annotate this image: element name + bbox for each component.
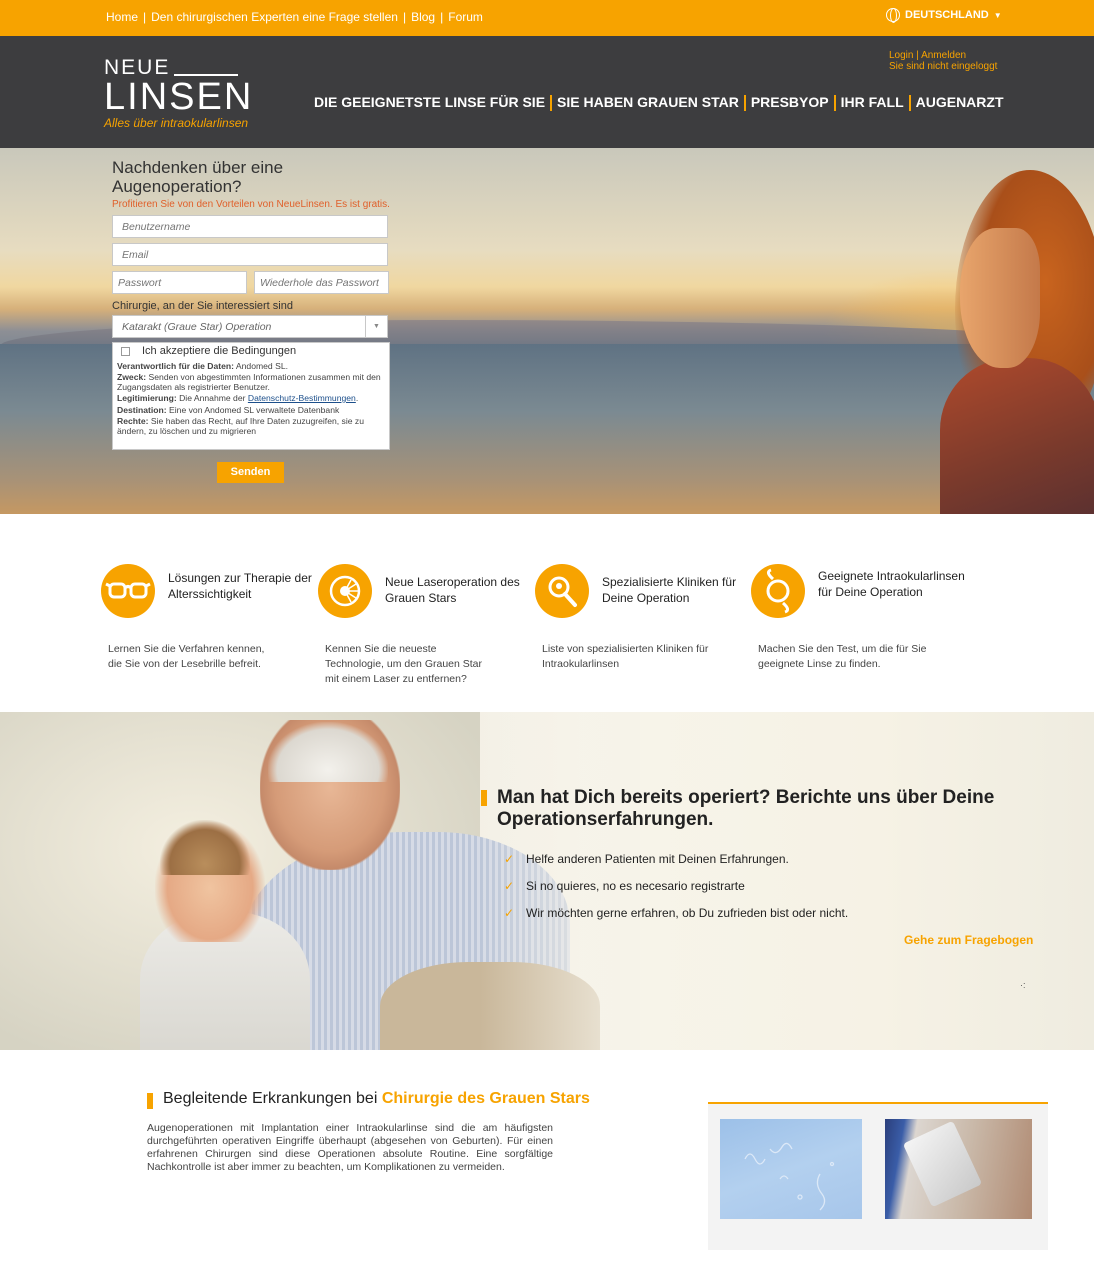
register-link[interactable]: Anmelden	[921, 50, 966, 61]
related-text: Augenoperationen mit Implantation einer …	[147, 1122, 553, 1173]
top-link-blog[interactable]: Blog	[411, 10, 435, 24]
accept-terms-checkbox[interactable]	[121, 347, 130, 357]
site-header: NEUE LINSEN Alles über intraokularlinsen…	[0, 36, 1094, 148]
feature-title: Lösungen zur Therapie der Alterssichtigk…	[168, 571, 312, 601]
separator: |	[440, 10, 444, 24]
top-link-home[interactable]: Home	[106, 10, 138, 24]
feature-desc: Liste von spezialisierten Kliniken für I…	[542, 643, 709, 670]
accept-terms-label: Ich akzeptiere die Bedingungen	[142, 345, 297, 357]
terms-rights: Rechte: Sie haben das Recht, auf Ihre Da…	[117, 416, 364, 436]
form-title: Nachdenken über eine Augenoperation?	[112, 158, 284, 196]
nav-divider	[908, 95, 911, 111]
send-button[interactable]: Senden	[217, 462, 284, 483]
password-input[interactable]	[112, 271, 247, 294]
nav-divider	[550, 95, 553, 111]
testimonial-points: ✓ Helfe anderen Patienten mit Deinen Erfa…	[504, 852, 848, 933]
top-link-ask-expert[interactable]: Den chirurgischen Experten eine Frage st…	[151, 10, 398, 24]
surgery-label: Chirurgie, an der Sie interessiert sind	[112, 300, 293, 312]
child-hair	[160, 820, 250, 875]
feature-title: Spezialisierte Kliniken für Deine Operat…	[602, 575, 737, 605]
nav-ophthalmologist[interactable]: AUGENARZT	[916, 94, 1004, 111]
check-icon: ✓	[504, 879, 515, 893]
top-links: Home | Den chirurgischen Experten eine F…	[106, 10, 483, 24]
feature-desc: Lernen Sie die Verfahren kennen, die Sie…	[108, 643, 265, 670]
main-nav: DIE GEEIGNETSTE LINSE FÜR SIE SIE HABEN …	[314, 94, 1004, 111]
eye-exam-image[interactable]	[885, 1119, 1032, 1219]
surgery-select-value: Katarakt (Graue Star) Operation	[122, 321, 272, 333]
separator: |	[402, 10, 407, 24]
floaters-image[interactable]	[720, 1119, 862, 1219]
decorative-marker: ·:	[1020, 980, 1026, 990]
list-item: ✓ Si no quieres, no es necesario registra…	[504, 879, 745, 893]
privacy-link[interactable]: Datenschutz-Bestimmungen	[248, 393, 356, 403]
nav-best-lens[interactable]: DIE GEEIGNETSTE LINSE FÜR SIE	[314, 94, 545, 111]
surgery-select[interactable]: Katarakt (Graue Star) Operation ▼	[112, 315, 388, 338]
feature-desc: Kennen Sie die neueste Technologie, um d…	[325, 643, 483, 685]
country-selector[interactable]: DEUTSCHLAND ▼	[886, 8, 1002, 23]
terms-purpose: Zweck: Senden von abgestimmten Informati…	[117, 372, 381, 392]
caret-down-icon: ▼	[993, 10, 1002, 20]
email-input[interactable]	[112, 243, 388, 266]
glasses-icon	[101, 564, 155, 618]
top-link-forum[interactable]: Forum	[448, 10, 483, 24]
list-item: ✓ Helfe anderen Patienten mit Deinen Erfa…	[504, 852, 789, 866]
nav-divider	[743, 95, 746, 111]
clinic-search-icon	[535, 564, 589, 618]
feature-title: Geeignete Intraokularlinsen für Deine Op…	[818, 569, 965, 599]
terms-box[interactable]: Ich akzeptiere die Bedingungen Verantwor…	[112, 342, 390, 450]
login-separator: |	[913, 50, 922, 61]
laser-icon	[318, 564, 372, 618]
chevron-down-icon: ▼	[365, 316, 387, 337]
username-input[interactable]	[112, 215, 388, 238]
globe-icon	[886, 8, 900, 23]
separator: |	[143, 10, 147, 24]
signup-form: Nachdenken über eine Augenoperation? Pro…	[112, 158, 390, 483]
nav-cataract[interactable]: SIE HABEN GRAUEN STAR	[557, 94, 739, 111]
hero-woman-body	[940, 358, 1094, 514]
login-area: Login | Anmelden Sie sind nicht eingelog…	[889, 50, 997, 72]
nav-your-case[interactable]: IHR FALL	[841, 94, 904, 111]
hero-banner: Nachdenken über eine Augenoperation? Pro…	[0, 148, 1094, 514]
heading-marker	[147, 1093, 153, 1109]
terms-responsible: Verantwortlich für die Daten: Andomed SL…	[117, 360, 288, 371]
list-item: ✓ Wir möchten gerne erfahren, ob Du zufri…	[504, 906, 849, 920]
features-section: Lösungen zur Therapie der Alterssichtigk…	[0, 514, 1094, 697]
login-link[interactable]: Login	[889, 50, 913, 61]
top-bar: Home | Den chirurgischen Experten eine F…	[0, 0, 1094, 36]
nav-presbyop[interactable]: PRESBYOP	[751, 94, 829, 111]
nav-divider	[833, 95, 836, 111]
form-promo: Profitieren Sie von den Vorteilen von Ne…	[112, 199, 390, 210]
lens-icon	[751, 564, 805, 618]
grandfather-hair	[268, 722, 388, 782]
heading-marker	[481, 790, 487, 806]
related-section: Begleitende Erkrankungen bei Chirurgie d…	[0, 1050, 1094, 1283]
login-status: Sie sind nicht eingeloggt	[889, 61, 998, 72]
terms-legitimation: Legitimierung: Die Annahme der Datenschu…	[117, 393, 359, 403]
hero-woman-face	[960, 228, 1040, 368]
logo-tagline: Alles über intraokularlinsen	[104, 116, 249, 130]
check-icon: ✓	[504, 906, 515, 920]
country-label: DEUTSCHLAND	[905, 9, 989, 21]
logo-bottom: LINSEN	[104, 76, 254, 118]
feature-desc: Machen Sie den Test, um die für Sie geei…	[758, 643, 927, 670]
password-repeat-input[interactable]	[254, 271, 389, 294]
password-row	[112, 271, 390, 294]
testimonial-band: Man hat Dich bereits operiert? Berichte …	[0, 712, 1094, 1050]
check-icon: ✓	[504, 852, 515, 866]
related-title: Begleitende Erkrankungen bei Chirurgie d…	[163, 1090, 590, 1107]
testimonial-title: Man hat Dich bereits operiert? Berichte …	[497, 787, 995, 830]
site-logo[interactable]: NEUE LINSEN Alles über intraokularlinsen	[104, 56, 254, 130]
accept-terms-row: Ich akzeptiere die Bedingungen	[117, 345, 385, 357]
feature-title: Neue Laseroperation des Grauen Stars	[385, 575, 520, 605]
questionnaire-link[interactable]: Gehe zum Fragebogen	[904, 933, 1033, 947]
terms-destination: Destination: Eine von Andomed SL verwalt…	[117, 404, 340, 415]
